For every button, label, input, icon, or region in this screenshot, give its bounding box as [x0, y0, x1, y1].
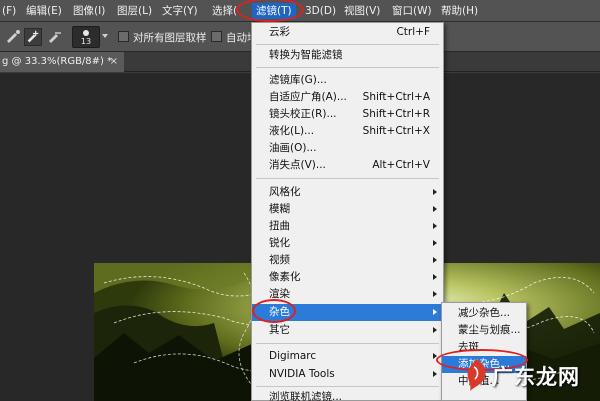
menu-item-label: 视频 — [269, 254, 290, 266]
submenu-arrow-icon — [433, 257, 437, 263]
menu-item-vanishing-point[interactable]: 消失点(V)... Alt+Ctrl+V — [252, 157, 443, 174]
menu-item-distort[interactable]: 扭曲 — [252, 218, 443, 235]
menu-item-shortcut: Shift+Ctrl+A — [362, 91, 430, 103]
submenu-arrow-icon — [433, 353, 437, 359]
submenu-arrow-icon — [433, 240, 437, 246]
subtract-selection-icon[interactable] — [46, 28, 64, 46]
menu-item-blur[interactable]: 模糊 — [252, 201, 443, 218]
submenu-arrow-icon — [433, 309, 437, 315]
menu-item-nvidia-tools[interactable]: NVIDIA Tools — [252, 366, 443, 383]
submenu-arrow-icon — [433, 291, 437, 297]
menu-type[interactable]: 文字(Y) — [162, 3, 198, 19]
add-selection-icon[interactable] — [24, 28, 42, 46]
menu-item-shortcut: Ctrl+F — [396, 26, 430, 38]
menu-item-label: 油画(O)... — [269, 142, 317, 154]
brush-size-value: 13 — [80, 37, 92, 46]
submenu-arrow-icon — [433, 327, 437, 333]
menu-item-label: 渲染 — [269, 288, 290, 300]
submenu-arrow-icon — [433, 371, 437, 377]
menu-item-render[interactable]: 渲染 — [252, 286, 443, 303]
menu-help[interactable]: 帮助(H) — [441, 3, 478, 19]
menu-item-label: NVIDIA Tools — [269, 368, 335, 380]
menu-item-filter-gallery[interactable]: 滤镜库(G)... — [252, 72, 443, 89]
sample-all-layers-label: 对所有图层取样 — [133, 32, 207, 44]
menu-item-label: 消失点(V)... — [269, 159, 326, 171]
menu-item-label: 其它 — [269, 324, 290, 336]
menu-item-label: 模糊 — [269, 203, 290, 215]
menu-layer[interactable]: 图层(L) — [117, 3, 152, 19]
menu-item-label: 自适应广角(A)... — [269, 91, 347, 103]
document-tab[interactable]: g @ 33.3%(RGB/8#) * × — [0, 52, 124, 72]
menu-item-clouds[interactable]: 云彩 Ctrl+F — [252, 24, 443, 41]
sample-all-layers-checkbox[interactable] — [118, 31, 129, 42]
menu-3d[interactable]: 3D(D) — [305, 3, 336, 19]
menu-window[interactable]: 窗口(W) — [392, 3, 432, 19]
dragon-logo-icon — [467, 359, 486, 391]
menu-filter[interactable]: 滤镜(T) — [252, 3, 296, 19]
submenu-item-label: 蒙尘与划痕... — [458, 324, 521, 336]
menu-divider — [256, 178, 439, 179]
submenu-item-dust-scratches[interactable]: 蒙尘与划痕... — [442, 322, 526, 339]
menu-item-shortcut: Alt+Ctrl+V — [372, 159, 430, 171]
menu-item-label: 滤镜库(G)... — [269, 74, 327, 86]
menu-item-convert-smart-filters[interactable]: 转换为智能滤镜 — [252, 47, 443, 64]
menu-divider — [256, 386, 439, 387]
menu-item-label: 杂色 — [269, 306, 290, 318]
menu-item-label: 浏览联机滤镜... — [269, 391, 343, 401]
menu-edit[interactable]: 编辑(E) — [26, 3, 62, 19]
submenu-item-despeckle[interactable]: 去斑 — [442, 339, 526, 356]
submenu-arrow-icon — [433, 274, 437, 280]
menu-item-label: 扭曲 — [269, 220, 290, 232]
menu-item-adaptive-wide-angle[interactable]: 自适应广角(A)... Shift+Ctrl+A — [252, 89, 443, 106]
menu-item-label: 云彩 — [269, 26, 290, 38]
menu-item-stylize[interactable]: 风格化 — [252, 184, 443, 201]
brush-tip-preview — [83, 30, 89, 36]
watermark-text: 广东龙网 — [492, 365, 580, 389]
submenu-arrow-icon — [433, 189, 437, 195]
menu-image[interactable]: 图像(I) — [73, 3, 105, 19]
menu-item-digimarc[interactable]: Digimarc — [252, 348, 443, 365]
menu-divider — [256, 67, 439, 68]
filter-menu-dropdown: 云彩 Ctrl+F 转换为智能滤镜 滤镜库(G)... 自适应广角(A)... … — [251, 22, 444, 401]
submenu-arrow-icon — [433, 206, 437, 212]
submenu-arrow-icon — [433, 223, 437, 229]
submenu-item-reduce-noise[interactable]: 减少杂色... — [442, 305, 526, 322]
menu-item-label: 像素化 — [269, 271, 301, 283]
brush-tool-icon[interactable] — [4, 28, 22, 46]
document-tab-title: g @ 33.3%(RGB/8#) * — [2, 56, 113, 67]
close-icon[interactable]: × — [110, 52, 118, 72]
menu-divider — [256, 343, 439, 344]
menu-item-shortcut: Shift+Ctrl+R — [362, 108, 430, 120]
menu-item-other[interactable]: 其它 — [252, 322, 443, 339]
menu-item-video[interactable]: 视频 — [252, 252, 443, 269]
menu-item-oil-paint[interactable]: 油画(O)... — [252, 140, 443, 157]
menu-file[interactable]: (F) — [2, 3, 16, 19]
menu-item-lens-correction[interactable]: 镜头校正(R)... Shift+Ctrl+R — [252, 106, 443, 123]
brush-size-picker[interactable]: 13 — [72, 26, 100, 48]
menu-item-noise[interactable]: 杂色 — [252, 304, 443, 321]
menu-item-label: 转换为智能滤镜 — [269, 49, 343, 61]
menu-item-browse-online-filters[interactable]: 浏览联机滤镜... — [252, 389, 443, 401]
menu-item-label: 锐化 — [269, 237, 290, 249]
menu-select[interactable]: 选择( — [212, 3, 237, 19]
menu-item-label: 液化(L)... — [269, 125, 315, 137]
watermark-logo: 广东龙网 — [462, 355, 598, 399]
menu-item-label: Digimarc — [269, 350, 317, 362]
auto-enhance-checkbox[interactable] — [211, 31, 222, 42]
menu-item-label: 风格化 — [269, 186, 301, 198]
menu-bar: (F) 编辑(E) 图像(I) 图层(L) 文字(Y) 选择( 滤镜(T) 3D… — [0, 0, 600, 22]
chevron-down-icon[interactable] — [102, 34, 108, 38]
menu-view[interactable]: 视图(V) — [344, 3, 380, 19]
menu-item-label: 镜头校正(R)... — [269, 108, 337, 120]
submenu-item-label: 去斑 — [458, 341, 479, 353]
menu-item-pixelate[interactable]: 像素化 — [252, 269, 443, 286]
submenu-item-label: 减少杂色... — [458, 307, 511, 319]
menu-divider — [256, 44, 439, 45]
menu-item-sharpen[interactable]: 锐化 — [252, 235, 443, 252]
menu-item-liquify[interactable]: 液化(L)... Shift+Ctrl+X — [252, 123, 443, 140]
menu-item-shortcut: Shift+Ctrl+X — [362, 125, 430, 137]
